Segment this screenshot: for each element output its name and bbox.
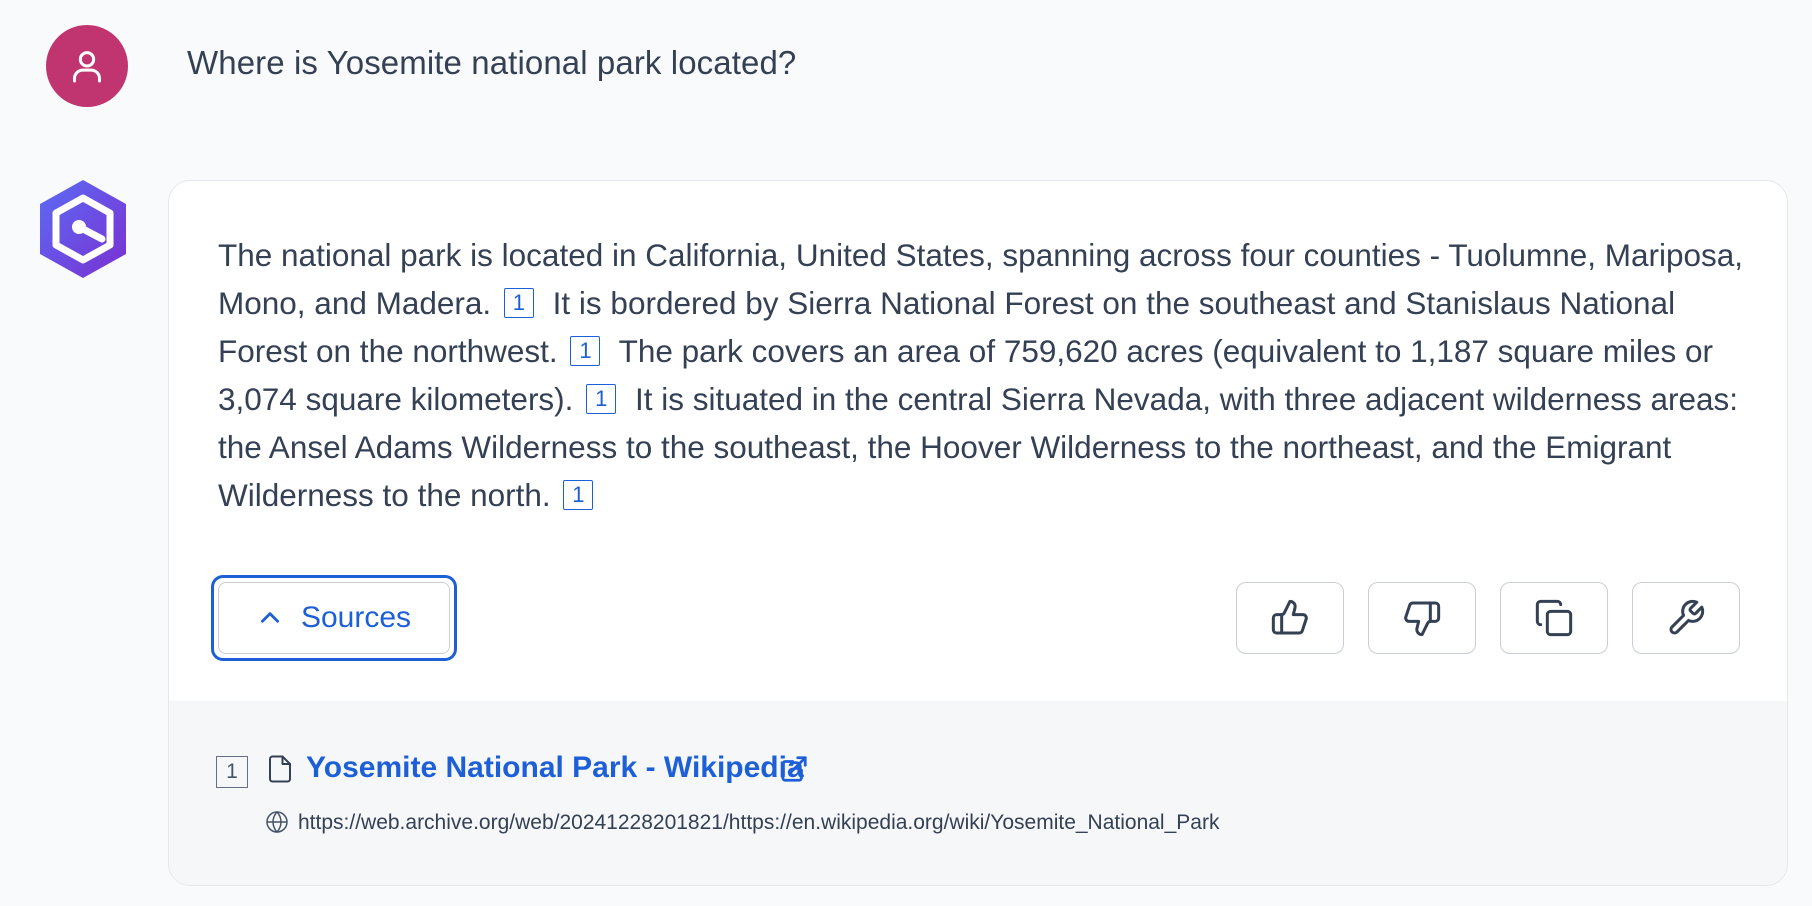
document-icon [269,755,291,783]
thumbs-up-icon [1271,599,1308,635]
copy-button[interactable] [1500,582,1608,654]
sources-panel: 1 Yosemite National Park - Wikipedia htt… [169,701,1787,885]
user-avatar [46,25,128,107]
copy-icon [1535,599,1573,637]
user-question: Where is Yosemite national park located? [187,44,797,81]
citation-marker[interactable]: 1 [503,288,534,318]
user-message: Where is Yosemite national park located? [0,0,1812,140]
globe-icon [266,810,288,834]
thumbs-down-icon [1404,601,1441,637]
chevron-up-icon [260,612,279,623]
thumbs-up-button[interactable] [1236,582,1344,654]
sources-toggle-button[interactable]: Sources [211,575,457,661]
answer-text: The national park is located in Californ… [218,231,1758,519]
source-title-link[interactable]: Yosemite National Park - Wikipedia [306,751,804,785]
assistant-response-card: The national park is located in Californ… [168,180,1788,886]
sources-toggle-inner: Sources [218,582,450,654]
source-number: 1 [216,756,248,788]
thumbs-down-button[interactable] [1368,582,1476,654]
user-icon [73,51,101,83]
assistant-avatar [36,178,130,280]
source-url: https://web.archive.org/web/202412282018… [298,811,1220,834]
external-link-icon[interactable] [779,754,809,784]
hexagon-logo-icon [40,180,126,278]
wrench-icon [1669,599,1705,635]
wrench-button[interactable] [1632,582,1740,654]
citation-marker[interactable]: 1 [586,384,617,414]
citation-marker[interactable]: 1 [570,336,601,366]
citation-marker[interactable]: 1 [563,480,594,510]
sources-toggle-label: Sources [300,601,412,634]
